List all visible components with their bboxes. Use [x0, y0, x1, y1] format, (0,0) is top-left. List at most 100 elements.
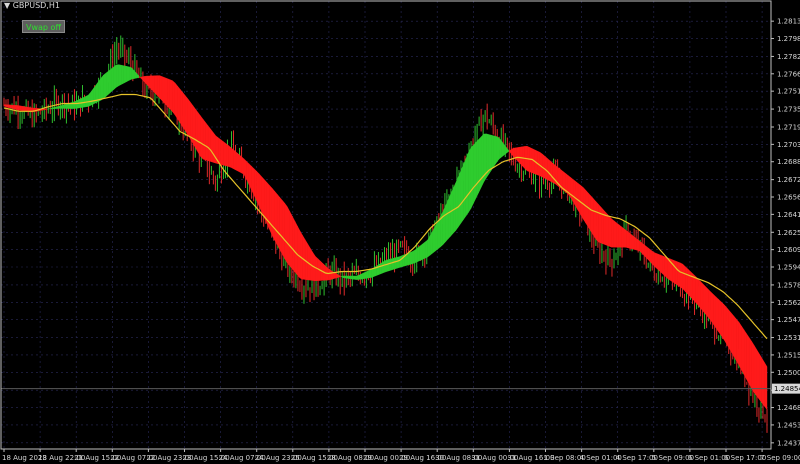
- y-tick-label: 1.24530: [777, 421, 800, 429]
- cloud-segment: [348, 275, 352, 280]
- cloud-segment: [108, 68, 112, 95]
- symbol-timeframe-text: GBPUSD,H1: [12, 1, 60, 10]
- cloud-segment: [496, 136, 500, 164]
- cloud-segment: [761, 357, 765, 407]
- cloud-segment: [59, 104, 63, 109]
- cloud-segment: [756, 348, 760, 401]
- cloud-segment: [177, 85, 181, 124]
- cloud-segment: [16, 105, 20, 111]
- cloud-segment: [110, 66, 114, 93]
- cloud-segment: [343, 275, 347, 279]
- cloud-segment: [366, 270, 370, 279]
- cloud-segment: [391, 257, 395, 271]
- cloud-segment: [350, 275, 354, 280]
- cloud-segment: [184, 94, 188, 136]
- cloud-segment: [723, 303, 727, 344]
- cloud-segment: [680, 262, 683, 290]
- vwap-toggle-button[interactable]: Vwap off: [22, 20, 65, 33]
- dropdown-triangle-icon[interactable]: ▼: [4, 1, 13, 10]
- cloud-segment: [442, 205, 446, 246]
- cloud-segment: [616, 222, 620, 248]
- cloud-segment: [327, 267, 331, 281]
- cloud-segment: [123, 65, 127, 84]
- cloud-segment: [422, 241, 426, 260]
- cloud-segment: [236, 151, 239, 172]
- y-tick-label: 1.25470: [777, 316, 800, 324]
- cloud-segment: [378, 262, 382, 275]
- cloud-segment: [19, 105, 23, 111]
- cloud-segment: [279, 196, 283, 255]
- cloud-segment: [672, 259, 676, 284]
- cloud-segment: [116, 64, 120, 88]
- cloud-segment: [493, 135, 497, 168]
- cloud-segment: [202, 118, 206, 161]
- cloud-segment: [606, 212, 609, 247]
- cloud-segment: [207, 125, 211, 162]
- cloud-segment: [218, 137, 222, 165]
- cloud-segment: [460, 164, 464, 225]
- cloud-segment: [412, 249, 416, 265]
- cloud-segment: [585, 189, 589, 228]
- cloud-segment: [577, 182, 581, 216]
- cloud-segment: [281, 199, 285, 259]
- cloud-segment: [368, 268, 372, 279]
- cloud-segment: [381, 260, 385, 274]
- cloud-segment: [705, 286, 709, 318]
- y-tick-label: 1.27820: [777, 53, 800, 61]
- cloud-segment: [75, 99, 79, 109]
- cloud-segment: [746, 333, 750, 385]
- cloud-segment: [57, 105, 61, 109]
- cloud-segment: [759, 353, 763, 404]
- cloud-segment: [588, 192, 592, 232]
- cloud-segment: [269, 184, 273, 235]
- cloud-segment: [121, 64, 125, 85]
- cloud-segment: [631, 234, 635, 250]
- cloud-segment: [228, 145, 232, 168]
- cloud-segment: [256, 170, 260, 207]
- y-tick-label: 1.25155: [777, 351, 800, 359]
- cloud-segment: [623, 228, 627, 248]
- cloud-segment: [162, 76, 165, 105]
- cloud-segment: [703, 283, 706, 315]
- cloud-segment: [480, 133, 484, 188]
- cloud-segment: [618, 224, 622, 248]
- cloud-segment: [613, 220, 617, 248]
- cloud-segment: [608, 215, 612, 248]
- cloud-segment: [710, 291, 714, 325]
- cloud-segment: [65, 103, 68, 109]
- cloud-segment: [361, 272, 365, 280]
- cloud-segment: [646, 246, 650, 262]
- cloud-segment: [733, 315, 737, 362]
- cloud-segment: [429, 230, 433, 256]
- cloud-segment: [636, 238, 640, 252]
- cloud-segment: [241, 156, 245, 175]
- cloud-segment: [355, 275, 359, 280]
- cloud-segment: [570, 176, 574, 203]
- cloud-segment: [743, 329, 747, 380]
- cloud-segment: [103, 72, 107, 100]
- cloud-segment: [287, 206, 291, 267]
- y-tick-label: 1.25310: [777, 334, 800, 342]
- cloud-segment: [682, 263, 686, 293]
- cloud-segment: [419, 243, 423, 261]
- cloud-segment: [200, 115, 204, 160]
- cloud-segment: [118, 64, 122, 87]
- cloud-segment: [654, 252, 658, 270]
- y-tick-label: 1.25000: [777, 369, 800, 377]
- cloud-segment: [376, 263, 380, 276]
- cloud-segment: [478, 136, 482, 193]
- y-tick-label: 1.26250: [777, 229, 800, 237]
- cloud-segment: [394, 256, 398, 270]
- cloud-segment: [205, 121, 209, 162]
- cloud-segment: [8, 104, 12, 109]
- cloud-segment: [363, 271, 367, 279]
- cloud-segment: [233, 149, 237, 171]
- cloud-segment: [358, 273, 362, 280]
- cloud-segment: [253, 168, 257, 201]
- cloud-segment: [659, 254, 663, 275]
- cloud-segment: [725, 306, 729, 349]
- price-chart[interactable]: 1.28135 1.27980 1.27820 1.27665 1.27510 1.273…: [0, 0, 800, 464]
- cloud-segment: [238, 153, 242, 174]
- cloud-segment: [98, 77, 102, 102]
- cloud-segment: [473, 141, 477, 204]
